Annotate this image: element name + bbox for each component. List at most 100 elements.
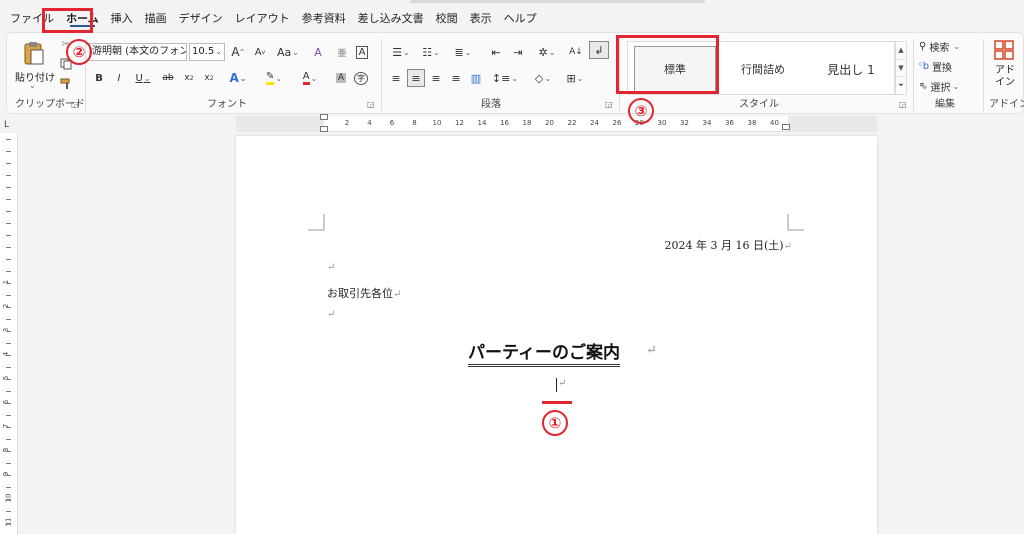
italic-icon[interactable]: I — [111, 69, 127, 87]
asian-layout-icon[interactable]: ✲ ⌄ — [533, 43, 561, 61]
addins-icon[interactable] — [993, 39, 1015, 61]
right-indent-marker[interactable] — [782, 124, 790, 130]
paragraph-launcher-icon[interactable]: ◲ — [605, 100, 613, 109]
styles-gallery-scroll[interactable]: ▲ ▼ ⏷ — [895, 41, 907, 95]
multilevel-list-icon[interactable]: ≣ ⌄ — [449, 43, 477, 61]
more-styles-icon[interactable]: ⏷ — [896, 77, 906, 94]
shading-icon[interactable]: ◇ ⌄ — [529, 69, 557, 87]
chevron-down-icon: ⌄ — [953, 41, 961, 51]
tab-help[interactable]: ヘルプ — [498, 6, 543, 32]
ruler-tick-label: 30 — [657, 119, 667, 127]
tab-design[interactable]: デザイン — [173, 6, 229, 32]
first-line-indent-marker[interactable] — [320, 114, 328, 120]
style-no-spacing[interactable]: 行間詰め — [722, 46, 804, 92]
borders-icon[interactable]: ⊞ ⌄ — [561, 69, 589, 87]
font-name-select[interactable]: 游明朝 (本文のフォン⌄ — [89, 43, 187, 61]
vruler-mark — [6, 307, 11, 308]
clipboard-launcher-icon[interactable]: ◲ — [71, 100, 79, 109]
chevron-up-icon[interactable]: ▲ — [896, 42, 906, 60]
clear-formatting-icon[interactable]: A — [309, 43, 327, 61]
select-button[interactable]: ⇖ 選択 ⌄ — [919, 77, 983, 95]
vruler-mark — [6, 391, 11, 392]
date-line[interactable]: 2024 年 3 月 16 日(土)↵ — [665, 237, 792, 253]
replace-button[interactable]: ᶜb 置換 — [919, 57, 983, 75]
shrink-font-icon[interactable]: Av — [251, 43, 269, 61]
vruler-mark — [6, 463, 11, 464]
numbering-icon[interactable]: ☷ ⌄ — [417, 43, 445, 61]
styles-group-label: スタイル — [739, 99, 779, 110]
vruler-mark — [6, 187, 11, 188]
increase-indent-icon[interactable]: ⇥ — [509, 43, 527, 61]
text-cursor — [556, 378, 557, 392]
style-heading-1[interactable]: 見出し 1 — [810, 46, 892, 92]
chevron-down-icon[interactable]: ▼ — [896, 60, 906, 78]
format-painter-icon[interactable] — [59, 77, 73, 91]
subscript-icon[interactable]: x2 — [181, 69, 197, 87]
decrease-indent-icon[interactable]: ⇤ — [487, 43, 505, 61]
align-center-icon[interactable]: ≡ — [407, 69, 425, 87]
bullets-icon[interactable]: ☰ ⌄ — [387, 43, 415, 61]
annotation-number-2: ② — [66, 39, 92, 65]
align-right-icon[interactable]: ≡ — [427, 69, 445, 87]
separator — [983, 39, 984, 111]
paragraph-group-label: 段落 — [481, 99, 501, 110]
tab-home[interactable]: ホーム — [60, 6, 105, 32]
phonetic-guide-icon[interactable]: 亜 — [333, 43, 351, 61]
character-border-icon[interactable]: A — [353, 43, 371, 61]
paste-dropdown[interactable]: ⌄ — [29, 81, 36, 90]
tab-review[interactable]: 校閲 — [430, 6, 464, 32]
left-indent-marker[interactable] — [320, 126, 328, 132]
change-case-icon[interactable]: Aa ⌄ — [275, 43, 301, 61]
font-size-select[interactable]: 10.5⌄ — [189, 43, 225, 61]
vruler-mark — [6, 175, 11, 176]
title-bar-strip — [0, 0, 1024, 4]
recipient-line[interactable]: お取引先各位↵ — [327, 285, 401, 301]
styles-launcher-icon[interactable]: ◲ — [899, 100, 907, 109]
empty-paragraph[interactable]: ↵ — [327, 309, 335, 320]
addins-button-label[interactable]: アド イン — [995, 65, 1015, 89]
annotation-number-1: ① — [542, 410, 568, 436]
underline-icon[interactable]: U ⌄ — [131, 69, 155, 87]
vruler-mark — [6, 331, 11, 332]
paste-icon[interactable] — [21, 39, 47, 67]
vruler-mark — [6, 511, 11, 512]
empty-paragraph[interactable]: ↵ — [327, 262, 335, 273]
tab-layout[interactable]: レイアウト — [229, 6, 296, 32]
bold-icon[interactable]: B — [91, 69, 107, 87]
grow-font-icon[interactable]: A ^ — [229, 43, 247, 61]
sort-icon[interactable]: A↓ — [567, 43, 585, 61]
ruler-tick-label: 26 — [612, 119, 622, 127]
tab-insert[interactable]: 挿入 — [105, 6, 139, 32]
strikethrough-icon[interactable]: ab — [159, 69, 177, 87]
vruler-mark — [6, 271, 11, 272]
tab-references[interactable]: 参考資料 — [296, 6, 352, 32]
ruler-tick-label: 24 — [590, 119, 599, 127]
paragraph-mark: ↵ — [393, 289, 402, 300]
document-page[interactable]: 2024 年 3 月 16 日(土)↵ ↵ お取引先各位↵ ↵ パーティーのご案… — [236, 136, 877, 534]
vruler-mark — [6, 151, 11, 152]
superscript-icon[interactable]: x2 — [201, 69, 217, 87]
vertical-ruler[interactable]: 123456789101112 — [0, 133, 18, 534]
show-marks-icon[interactable]: ↲ — [589, 41, 609, 59]
highlight-icon[interactable]: ✎ ⌄ — [261, 69, 287, 87]
tab-file[interactable]: ファイル — [4, 6, 60, 32]
horizontal-ruler[interactable]: 2 4 6 8 10 12 14 16 18 20 22 24 26 28 30 32 34 36 38 40 — [236, 114, 877, 132]
find-button[interactable]: ⚲ 検索 ⌄ — [919, 37, 983, 55]
font-launcher-icon[interactable]: ◲ — [367, 100, 375, 109]
document-title[interactable]: パーティーのご案内 — [468, 338, 620, 367]
tab-selector-icon[interactable]: L — [4, 120, 9, 130]
distributed-icon[interactable]: ▥ — [467, 69, 485, 87]
text-effects-icon[interactable]: A ⌄ — [225, 69, 251, 87]
enclose-characters-icon[interactable]: 字 — [353, 69, 369, 87]
align-left-icon[interactable]: ≡ — [387, 69, 405, 87]
ruler-tick-label: 16 — [500, 119, 509, 127]
tab-mailings[interactable]: 差し込み文書 — [352, 6, 430, 32]
tab-view[interactable]: 表示 — [464, 6, 498, 32]
style-normal[interactable]: 標準 — [634, 46, 716, 92]
search-icon: ⚲ — [919, 40, 927, 52]
justify-icon[interactable]: ≡ — [447, 69, 465, 87]
font-color-icon[interactable]: A ⌄ — [297, 69, 323, 87]
tab-draw[interactable]: 描画 — [139, 6, 173, 32]
line-spacing-icon[interactable]: ↕≡ ⌄ — [491, 69, 519, 87]
character-shading-icon[interactable]: A — [333, 69, 349, 87]
